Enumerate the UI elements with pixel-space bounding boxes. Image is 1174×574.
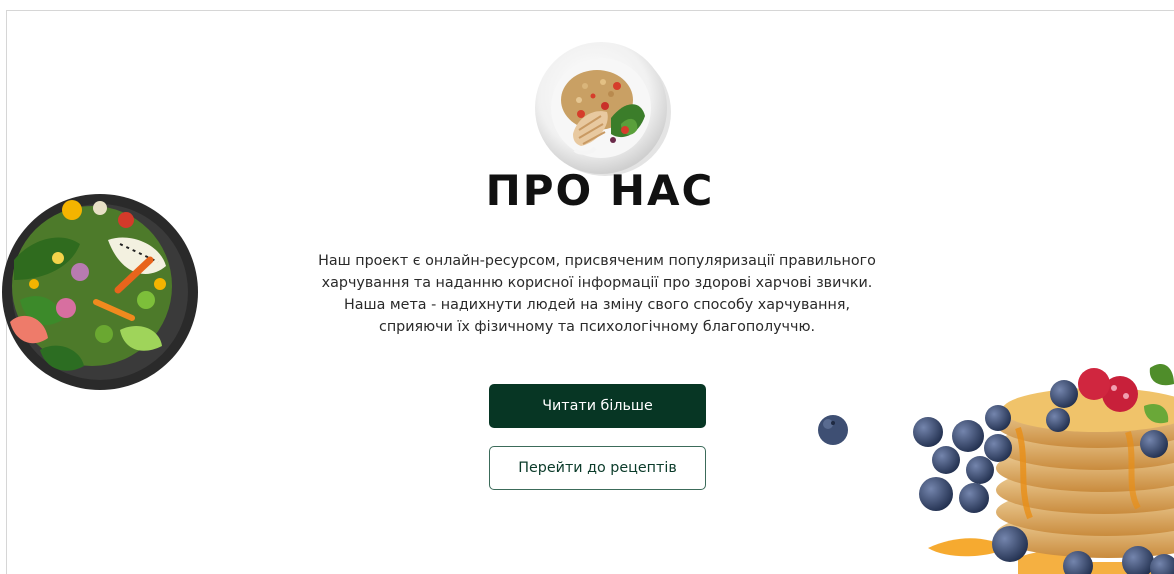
description-line: харчування та наданню корисної інформаці… — [321, 275, 873, 291]
salad-plate-image — [535, 42, 671, 176]
frame-top-line — [6, 10, 1174, 11]
read-more-button[interactable]: Читати більше — [489, 384, 706, 428]
salad-bowl-image — [2, 194, 198, 390]
go-to-recipes-button[interactable]: Перейти до рецептів — [489, 446, 706, 490]
description-line: Наша мета - надихнути людей на зміну сво… — [343, 297, 851, 313]
about-section: ПРО НАС Наш проект є онлайн-ресурсом, пр… — [0, 0, 1174, 574]
pancakes-image — [913, 363, 1174, 574]
description-line: сприяючи їх фізичному та психологічному … — [378, 319, 816, 335]
about-description: Наш проект є онлайн-ресурсом, присвячени… — [280, 250, 914, 338]
blueberry-image — [818, 415, 848, 445]
description-line: Наш проект є онлайн-ресурсом, присвячени… — [318, 253, 876, 269]
